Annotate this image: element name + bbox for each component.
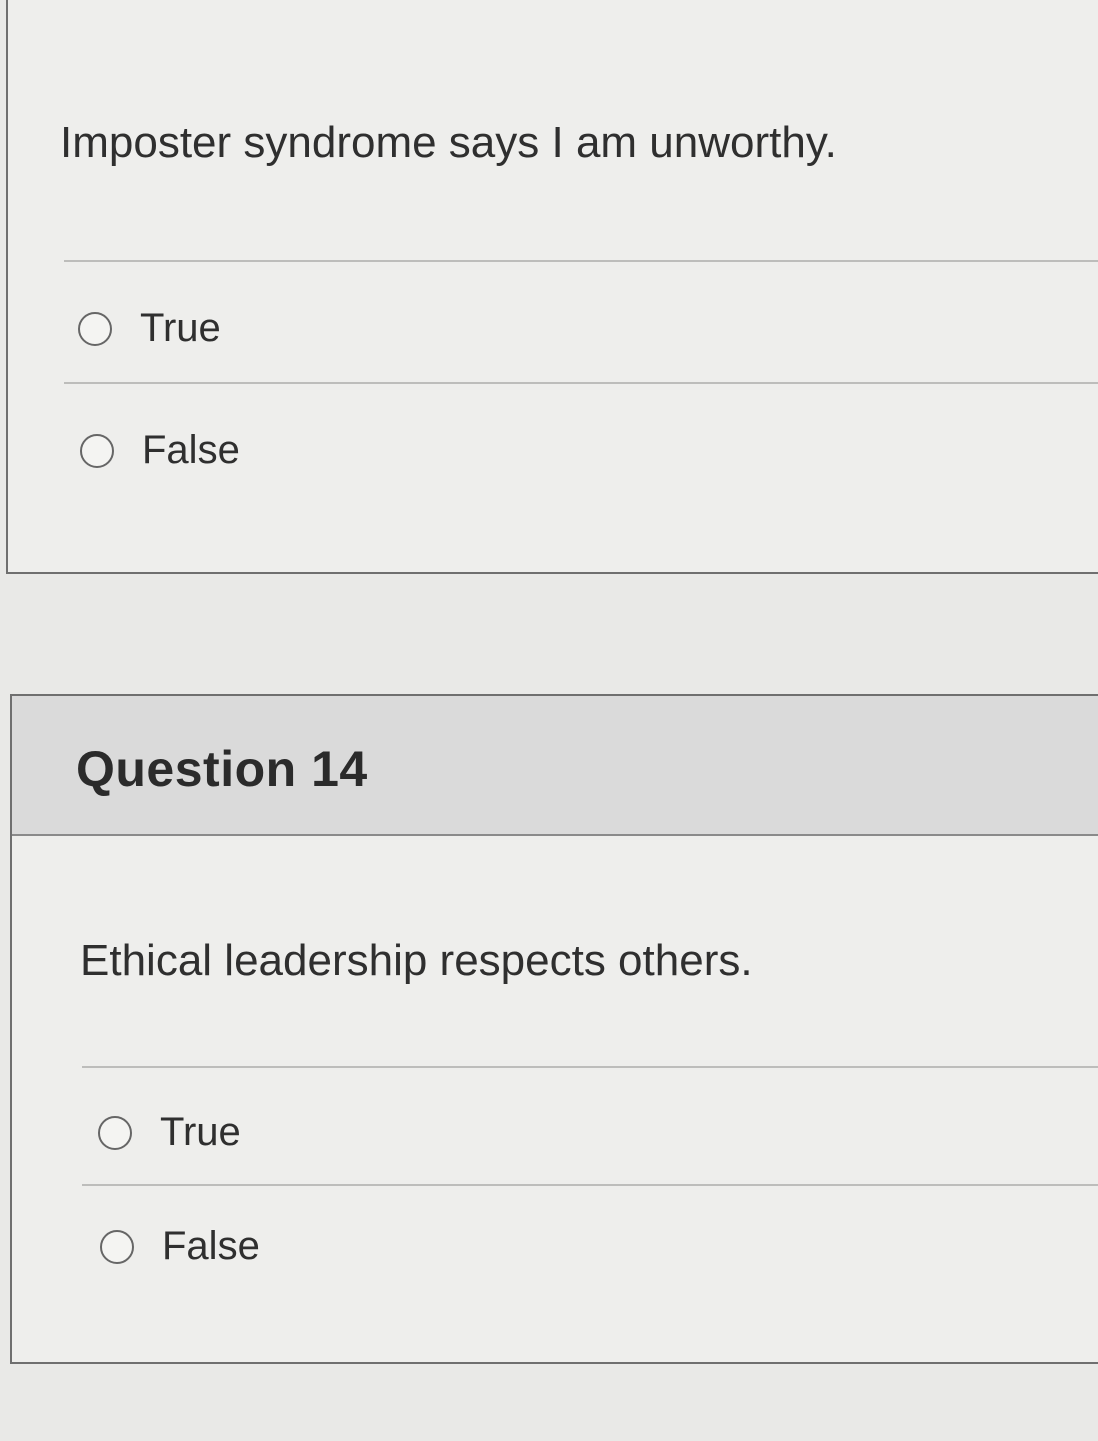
option-label: True	[140, 306, 221, 350]
option-label: False	[142, 428, 240, 472]
divider	[82, 1066, 1098, 1068]
question-header: Question 14	[12, 696, 1098, 836]
option-false[interactable]: False	[80, 428, 240, 473]
divider	[64, 260, 1098, 262]
divider	[82, 1184, 1098, 1186]
question-14-card: Question 14 Ethical leadership respects …	[10, 694, 1098, 1364]
question-text: Ethical leadership respects others.	[80, 936, 753, 985]
option-true[interactable]: True	[98, 1110, 241, 1155]
option-true[interactable]: True	[78, 306, 221, 351]
option-label: True	[160, 1110, 241, 1154]
option-false[interactable]: False	[100, 1224, 260, 1269]
divider	[64, 382, 1098, 384]
radio-button-icon[interactable]	[80, 433, 114, 468]
question-title: Question 14	[76, 741, 368, 797]
radio-button-icon[interactable]	[100, 1229, 134, 1264]
question-text: Imposter syndrome says I am unworthy.	[60, 118, 837, 167]
radio-button-icon[interactable]	[78, 311, 112, 346]
question-13-card: Imposter syndrome says I am unworthy. Tr…	[6, 0, 1098, 574]
radio-button-icon[interactable]	[98, 1115, 132, 1150]
option-label: False	[162, 1224, 260, 1268]
